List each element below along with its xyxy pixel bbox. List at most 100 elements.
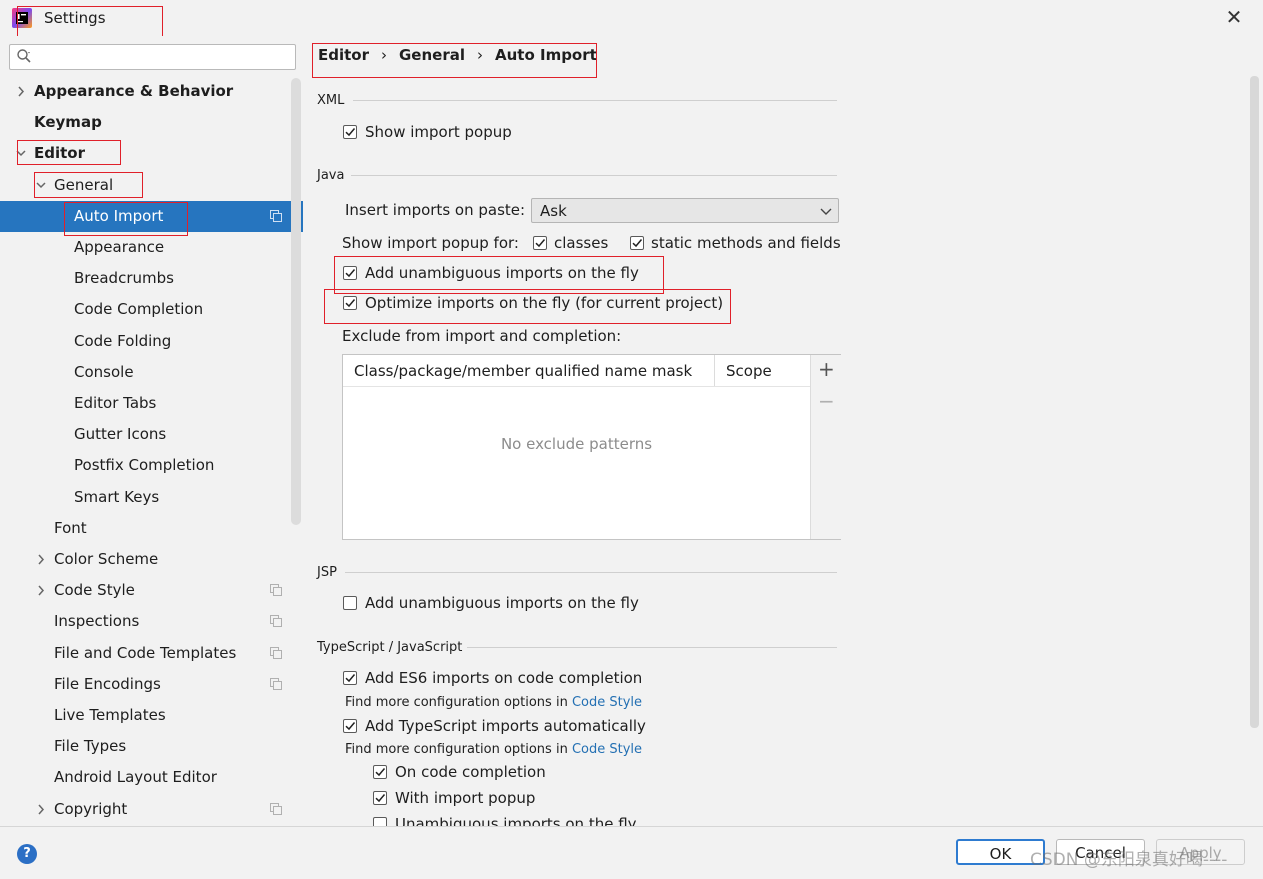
config-hint-text: Find more configuration options in	[345, 742, 572, 757]
add-icon[interactable]: +	[818, 359, 835, 379]
unambiguous-on-fly-label: Unambiguous imports on the fly	[395, 815, 637, 826]
sidebar-item[interactable]: Postfix Completion	[0, 450, 290, 481]
sidebar-item[interactable]: Auto Import	[0, 200, 303, 232]
project-scope-icon	[270, 646, 282, 659]
sidebar-item-label: General	[54, 175, 114, 194]
ts-auto-imports-checkbox[interactable]	[343, 719, 357, 733]
chevron-down-icon[interactable]	[14, 138, 28, 169]
add-unambiguous-imports-label: Add unambiguous imports on the fly	[365, 264, 639, 282]
exclude-table[interactable]: Class/package/member qualified name mask…	[342, 354, 842, 540]
column-header-scope[interactable]: Scope	[726, 362, 772, 380]
sidebar-item[interactable]: Editor Tabs	[0, 388, 290, 419]
sidebar-item[interactable]: General	[0, 170, 290, 201]
help-icon[interactable]: ?	[17, 844, 37, 864]
checkmark-icon	[632, 239, 643, 248]
sidebar-item-label: Postfix Completion	[74, 456, 215, 475]
column-header-mask[interactable]: Class/package/member qualified name mask	[354, 362, 692, 380]
checkmark-icon	[345, 674, 356, 683]
optimize-imports-checkbox[interactable]	[343, 296, 357, 310]
column-divider	[714, 355, 715, 386]
checkmark-icon	[535, 239, 546, 248]
sidebar-item-label: Console	[74, 362, 134, 381]
chevron-right-icon[interactable]	[34, 794, 48, 825]
code-style-link[interactable]: Code Style	[572, 695, 642, 710]
title-bar	[0, 0, 1263, 36]
sidebar-item-label: Inspections	[54, 612, 140, 631]
sidebar-item[interactable]: Code Completion	[0, 294, 290, 325]
sidebar-item[interactable]: Android Layout Editor	[0, 762, 290, 793]
sidebar-item-label: Keymap	[34, 113, 102, 132]
classes-label: classes	[554, 234, 609, 252]
on-code-completion-checkbox[interactable]	[373, 765, 387, 779]
sidebar-item[interactable]: Code Style	[0, 575, 290, 606]
insert-on-paste-select[interactable]: Ask	[531, 198, 839, 223]
sidebar-item-label: Live Templates	[54, 706, 166, 724]
ts-auto-imports-label: Add TypeScript imports automatically	[365, 717, 646, 735]
exclude-label: Exclude from import and completion:	[342, 327, 622, 345]
on-code-completion-label: On code completion	[395, 763, 546, 781]
section-divider	[351, 175, 837, 176]
close-icon[interactable]: ✕	[1222, 6, 1246, 30]
sidebar-item-label: Appearance & Behavior	[34, 82, 234, 100]
intellij-app-icon	[12, 8, 32, 28]
chevron-right-icon[interactable]	[34, 575, 48, 606]
sidebar-item[interactable]: Font	[0, 513, 290, 544]
section-java: Java	[317, 168, 345, 183]
checkmark-icon	[345, 299, 356, 308]
sidebar-item[interactable]: Keymap	[0, 107, 290, 138]
sidebar-item[interactable]: Breadcrumbs	[0, 263, 290, 294]
sidebar-item[interactable]: Copyright	[0, 794, 290, 825]
chevron-down-icon[interactable]	[34, 170, 48, 201]
unambiguous-on-fly-checkbox[interactable]	[373, 817, 387, 826]
search-field[interactable]	[36, 47, 290, 67]
sidebar-item-label: Smart Keys	[74, 487, 160, 506]
jsp-add-unambiguous-checkbox[interactable]	[343, 596, 357, 610]
window-title: Settings	[44, 9, 106, 27]
sidebar-item[interactable]: Live Templates	[0, 700, 290, 731]
es6-imports-checkbox[interactable]	[343, 671, 357, 685]
sidebar-item[interactable]: Inspections	[0, 606, 290, 637]
sidebar-item[interactable]: File Encodings	[0, 669, 290, 700]
show-popup-for-label: Show import popup for:	[342, 234, 519, 252]
watermark: CSDN @东阳泉真好喝----	[1030, 850, 1228, 870]
checkmark-icon	[375, 794, 386, 803]
chevron-right-icon[interactable]	[34, 544, 48, 575]
sidebar-item[interactable]: Console	[0, 357, 290, 388]
section-xml: XML	[317, 93, 345, 108]
header-divider	[343, 386, 810, 387]
breadcrumb-separator: ›	[381, 46, 387, 64]
sidebar-item[interactable]: Appearance & Behavior	[0, 76, 290, 107]
sidebar-item[interactable]: Gutter Icons	[0, 419, 290, 450]
breadcrumb-item-general[interactable]: General	[399, 46, 465, 64]
sidebar-item[interactable]: Code Folding	[0, 326, 290, 357]
breadcrumb-item-editor[interactable]: Editor	[318, 46, 369, 64]
breadcrumb: Editor › General › Auto Import	[318, 46, 597, 64]
show-import-popup-checkbox[interactable]	[343, 125, 357, 139]
checkmark-icon	[375, 768, 386, 777]
settings-search-input[interactable]	[9, 44, 296, 70]
sidebar-item[interactable]: Color Scheme	[0, 544, 290, 575]
chevron-right-icon[interactable]	[14, 76, 28, 107]
code-style-link[interactable]: Code Style	[572, 742, 642, 757]
sidebar-item[interactable]: Smart Keys	[0, 482, 290, 513]
section-jsp: JSP	[317, 565, 337, 580]
sidebar-scrollbar[interactable]	[291, 78, 301, 525]
static-methods-checkbox[interactable]	[630, 236, 644, 250]
content-scrollbar[interactable]	[1250, 76, 1259, 728]
classes-checkbox[interactable]	[533, 236, 547, 250]
sidebar-item-label: Auto Import	[74, 206, 164, 225]
sidebar-item[interactable]: Editor	[0, 138, 290, 169]
checkmark-icon	[345, 128, 356, 137]
sidebar-item-label: File and Code Templates	[54, 643, 237, 662]
sidebar-item[interactable]: Appearance	[0, 232, 290, 263]
sidebar-item[interactable]: File Types	[0, 731, 290, 762]
es6-imports-label: Add ES6 imports on code completion	[365, 669, 643, 687]
sidebar-item[interactable]: File and Code Templates	[0, 638, 290, 669]
remove-icon[interactable]: −	[818, 391, 835, 411]
optimize-imports-label: Optimize imports on the fly (for current…	[365, 294, 724, 312]
with-import-popup-checkbox[interactable]	[373, 791, 387, 805]
sidebar-item-label: Breadcrumbs	[74, 269, 174, 288]
add-unambiguous-imports-checkbox[interactable]	[343, 266, 357, 280]
jsp-add-unambiguous-label: Add unambiguous imports on the fly	[365, 594, 639, 612]
sidebar-item-label: Editor	[34, 144, 85, 163]
